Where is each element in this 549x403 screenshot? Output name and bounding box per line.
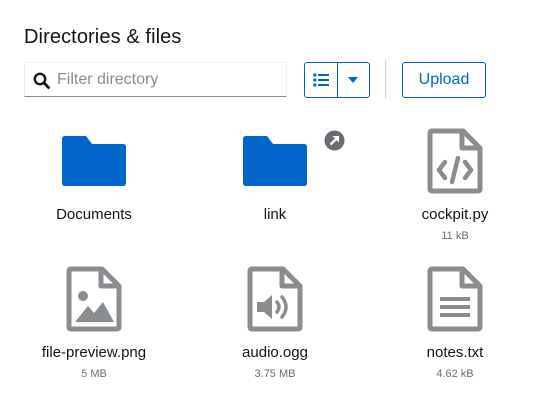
list-icon: [312, 73, 329, 87]
file-item-cockpit-py[interactable]: cockpit.py 11 kB: [380, 128, 530, 248]
view-dropdown-button[interactable]: [338, 63, 370, 97]
file-item-documents[interactable]: Documents: [19, 128, 169, 228]
item-name: cockpit.py: [421, 206, 489, 223]
item-size: 11 kB: [441, 230, 469, 242]
file-code-icon: [427, 128, 483, 194]
caret-down-icon: [348, 77, 359, 83]
symlink-icon: [324, 130, 345, 151]
view-toggle[interactable]: [304, 62, 370, 98]
item-size: 4.62 kB: [436, 368, 474, 380]
file-item-file-preview-png[interactable]: file-preview.png 5 MB: [19, 266, 169, 386]
filter-field[interactable]: [24, 62, 287, 97]
item-size: 5 MB: [81, 368, 107, 380]
item-name: file-preview.png: [41, 344, 147, 361]
file-item-notes-txt[interactable]: notes.txt 4.62 kB: [380, 266, 530, 386]
item-name: link: [263, 206, 287, 223]
item-name: Documents: [56, 206, 132, 223]
file-item-link[interactable]: link: [200, 128, 350, 228]
page-title: Directories & files: [24, 26, 182, 48]
item-name: notes.txt: [426, 344, 484, 361]
folder-icon: [243, 136, 307, 186]
upload-button[interactable]: Upload: [402, 62, 486, 98]
folder-icon: [62, 136, 126, 186]
file-image-icon: [66, 266, 122, 332]
search-icon: [33, 72, 50, 89]
filter-input[interactable]: [57, 63, 282, 96]
file-text-icon: [427, 266, 483, 332]
toolbar-divider: [385, 60, 386, 99]
file-item-audio-ogg[interactable]: audio.ogg 3.75 MB: [200, 266, 350, 386]
list-view-button[interactable]: [305, 63, 338, 97]
file-audio-icon: [247, 266, 303, 332]
item-name: audio.ogg: [242, 344, 308, 361]
item-size: 3.75 MB: [254, 368, 296, 380]
